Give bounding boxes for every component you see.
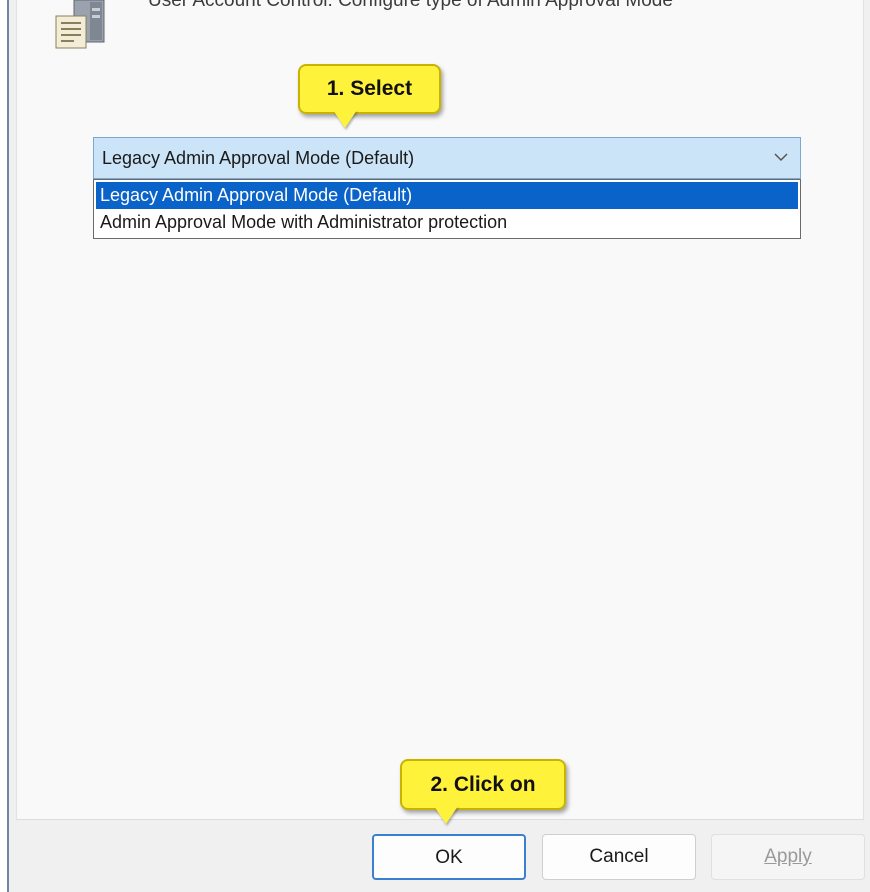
ok-button[interactable]: OK [372,834,526,880]
settings-panel [16,0,864,820]
policy-title: User Account Control: Configure type of … [148,0,673,11]
combobox-value: Legacy Admin Approval Mode (Default) [102,148,415,168]
click-callout-pointer [434,806,458,824]
combobox-dropdown-list: Legacy Admin Approval Mode (Default) Adm… [93,179,801,239]
select-callout: 1. Select [298,64,441,114]
policy-document-icon [52,0,114,50]
option-legacy-admin-approval[interactable]: Legacy Admin Approval Mode (Default) [96,182,798,209]
apply-button[interactable]: Apply [711,834,865,880]
policy-properties-dialog: User Account Control: Configure type of … [0,0,870,892]
apply-button-label: Apply [764,846,812,867]
admin-approval-mode-combobox[interactable]: Legacy Admin Approval Mode (Default) [93,137,801,179]
select-callout-pointer [333,110,357,128]
option-admin-approval-administrator-protection[interactable]: Admin Approval Mode with Administrator p… [96,209,798,236]
chevron-down-icon[interactable] [772,148,790,166]
click-callout: 2. Click on [400,759,566,810]
cancel-button[interactable]: Cancel [542,834,696,880]
